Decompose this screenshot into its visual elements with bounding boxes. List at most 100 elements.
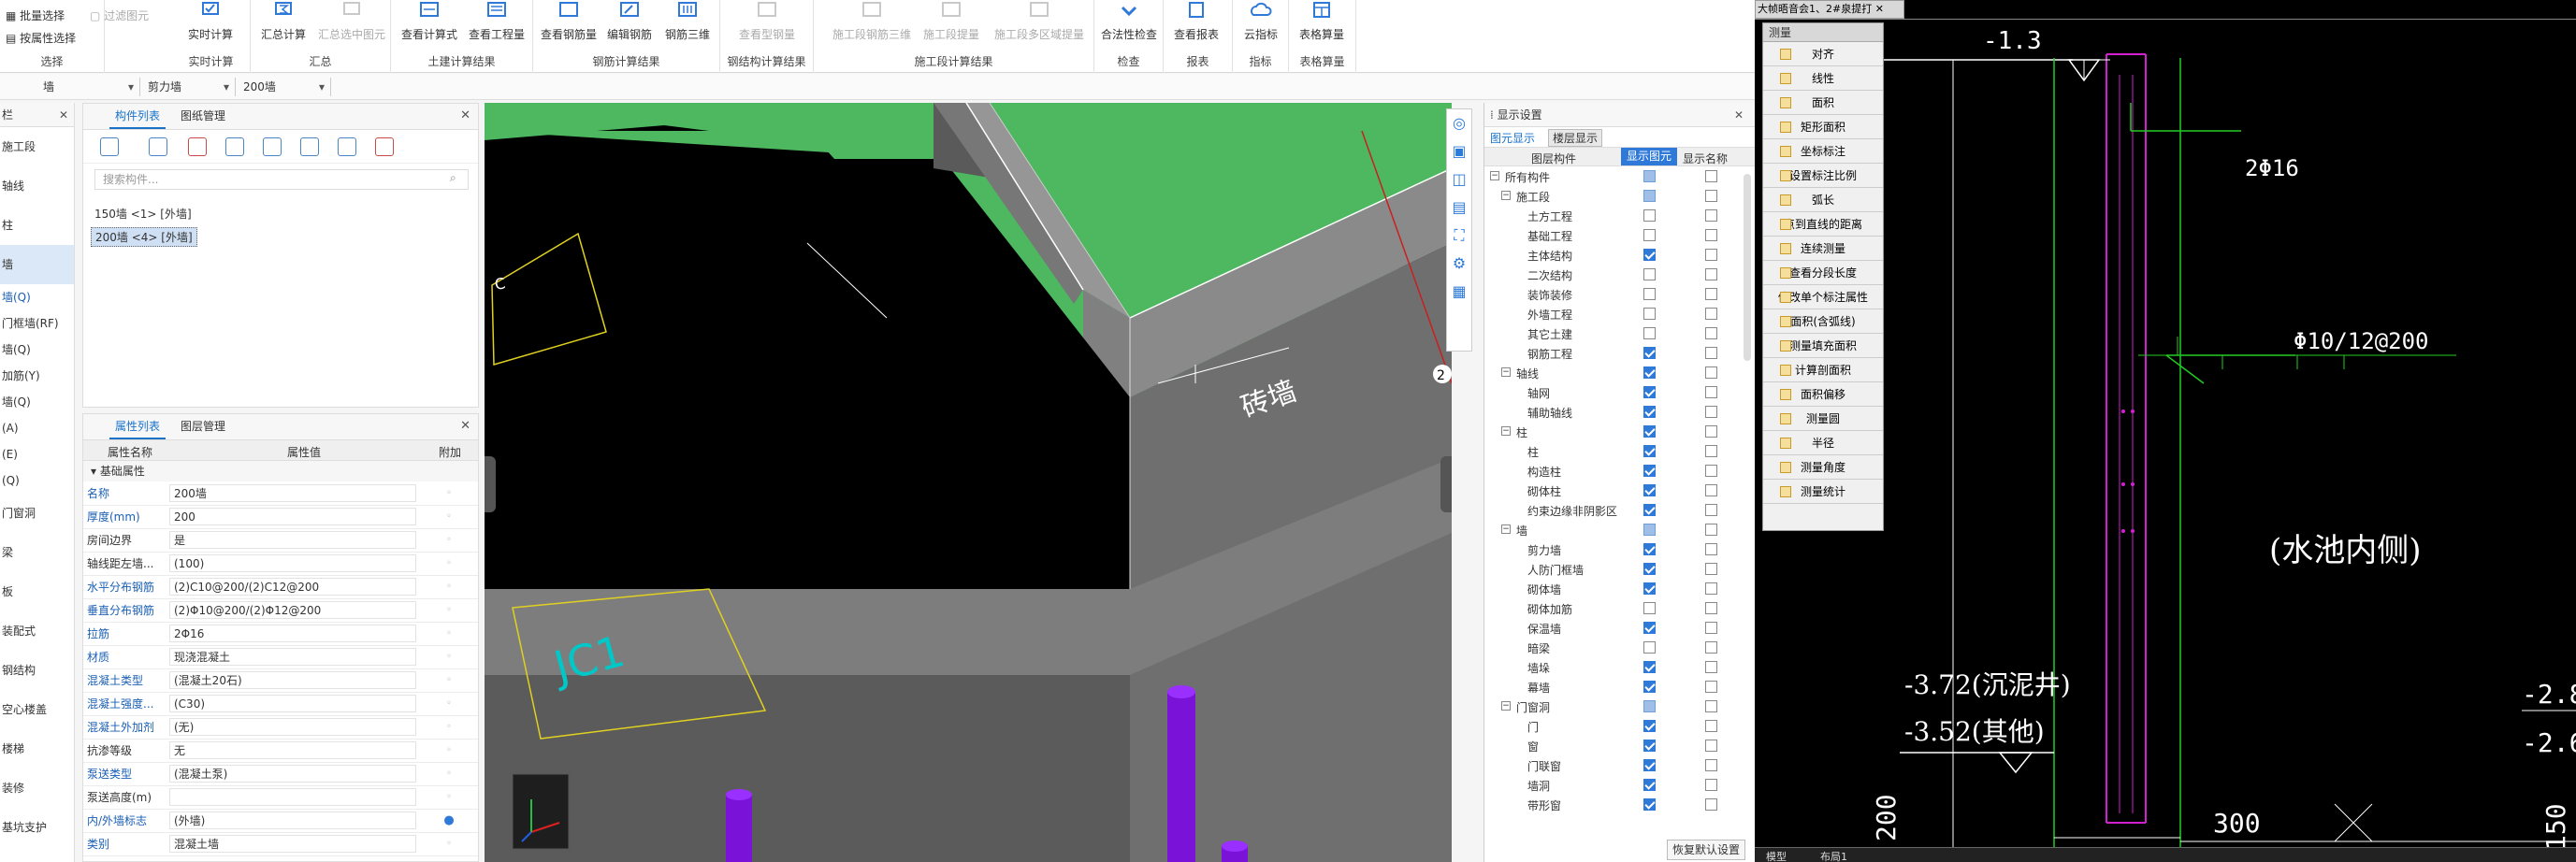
show-name-checkbox[interactable] (1705, 602, 1717, 614)
show-element-checkbox[interactable] (1643, 582, 1656, 595)
nav-item-prefab[interactable]: 装配式 (0, 611, 74, 651)
attach-dot-icon[interactable]: ◦ (420, 785, 478, 810)
show-name-checkbox[interactable] (1705, 386, 1717, 398)
layer-copy-icon[interactable] (225, 137, 244, 156)
tab-element-display[interactable]: 图元显示 (1490, 130, 1535, 146)
validity-check-button[interactable]: 合法性检查 (1096, 0, 1162, 54)
stage-quantity-button[interactable]: 施工段提量 (917, 0, 986, 54)
restore-default-button[interactable]: 恢复默认设置 (1667, 840, 1745, 860)
cad-viewer[interactable]: 大帧晤音会1、2#泉提打 ✕ -1.3 2Φ16 Φ10/12@200 (水池内… (1755, 0, 2576, 862)
show-element-checkbox[interactable] (1643, 563, 1656, 575)
property-row[interactable]: 类别 混凝土墙 ◦ (83, 832, 478, 856)
property-row[interactable]: 水平分布钢筋 (2)C10@200/(2)C12@200 ◦ (83, 575, 478, 599)
show-name-checkbox[interactable] (1705, 543, 1717, 555)
nav-item-axis[interactable]: 轴线 (0, 166, 74, 206)
property-value[interactable]: 200 (166, 505, 420, 529)
nav-sub-item[interactable]: 墙(Q) (0, 284, 74, 310)
tree-toggle-icon[interactable]: − (1501, 426, 1511, 436)
select-by-attr-button[interactable]: ▤ 按属性选择 (6, 30, 76, 46)
nav-sub-item[interactable]: 门框墙(RF) (0, 310, 74, 337)
show-element-checkbox[interactable] (1643, 798, 1656, 811)
property-value-text[interactable]: 200 (169, 508, 416, 525)
measure-tool-item[interactable]: 面积(含弧线) (1763, 309, 1883, 334)
nav-sub-item[interactable]: 墙(Q) (0, 337, 74, 363)
show-element-checkbox[interactable] (1643, 209, 1656, 222)
show-element-checkbox[interactable] (1643, 327, 1656, 339)
extract-icon[interactable] (263, 137, 282, 156)
display-tree-row[interactable]: 钢筋工程 (1484, 343, 1755, 363)
display-tree-row[interactable]: 门联窗 (1484, 755, 1755, 775)
show-name-checkbox[interactable] (1705, 504, 1717, 516)
show-name-checkbox[interactable] (1705, 759, 1717, 771)
show-element-checkbox[interactable] (1643, 740, 1656, 752)
search-icon[interactable]: ⌕ (450, 171, 456, 185)
close-icon[interactable]: ✕ (59, 103, 68, 127)
copy-icon[interactable] (149, 137, 167, 156)
measure-tool-item[interactable]: 线性 (1763, 66, 1883, 91)
show-name-checkbox[interactable] (1705, 288, 1717, 300)
show-name-checkbox[interactable] (1705, 268, 1717, 280)
tree-toggle-icon[interactable]: − (1490, 171, 1499, 180)
show-name-checkbox[interactable] (1705, 798, 1717, 811)
display-tree-row[interactable]: 装饰装修 (1484, 284, 1755, 304)
show-name-checkbox[interactable] (1705, 563, 1717, 575)
nav-item-stage[interactable]: 施工段 (0, 127, 74, 166)
tab-component-list[interactable]: 构件列表 (109, 104, 166, 129)
tree-toggle-icon[interactable]: − (1501, 524, 1511, 534)
attach-dot-icon[interactable]: ◦ (420, 552, 478, 576)
attach-dot-icon[interactable]: ◦ (420, 622, 478, 646)
property-value[interactable]: 是 (166, 528, 420, 553)
show-name-checkbox[interactable] (1705, 445, 1717, 457)
tab-property-list[interactable]: 属性列表 (109, 414, 166, 439)
property-row[interactable]: 厚度(mm) 200 ◦ (83, 505, 478, 529)
show-name-checkbox[interactable] (1705, 465, 1717, 477)
attach-dot-icon[interactable]: ◦ (420, 762, 478, 786)
filter-icon[interactable] (338, 137, 356, 156)
list-item[interactable]: 150墙 <1> [外墙] (91, 205, 195, 223)
display-tree-row[interactable]: 辅助轴线 (1484, 402, 1755, 422)
attach-dot-icon[interactable]: ◦ (420, 715, 478, 740)
property-row[interactable]: 垂直分布钢筋 (2)Φ10@200/(2)Φ12@200 ◦ (83, 598, 478, 623)
show-element-checkbox[interactable] (1643, 445, 1656, 457)
property-row[interactable]: 泵送高度(m) ◦ (83, 785, 478, 810)
show-element-checkbox[interactable] (1643, 190, 1656, 202)
show-name-checkbox[interactable] (1705, 700, 1717, 712)
show-name-checkbox[interactable] (1705, 661, 1717, 673)
nav-item-wall[interactable]: 墙 (0, 245, 74, 284)
show-name-checkbox[interactable] (1705, 190, 1717, 202)
property-row[interactable]: 轴线距左墙... (100) ◦ (83, 552, 478, 576)
summary-calc-button[interactable]: 汇总计算 (254, 0, 312, 54)
measure-tool-item[interactable]: 对齐 (1763, 42, 1883, 66)
close-icon[interactable]: ✕ (1734, 103, 1744, 127)
property-row[interactable]: 内/外墙标志 (外墙) ● (83, 809, 478, 833)
property-row[interactable]: 材质 现浇混凝土 ◦ (83, 645, 478, 669)
show-name-checkbox[interactable] (1705, 249, 1717, 261)
property-value[interactable]: (混凝土20石) (166, 668, 420, 693)
tab-layer-manage[interactable]: 图层管理 (175, 414, 231, 439)
show-element-checkbox[interactable] (1643, 268, 1656, 280)
property-value-text[interactable]: (无) (169, 718, 416, 736)
measure-tool-item[interactable]: 测量统计 (1763, 480, 1883, 504)
nav-item-steel[interactable]: 钢结构 (0, 651, 74, 690)
tree-toggle-icon[interactable]: − (1501, 191, 1511, 200)
measure-tool-item[interactable]: 修改单个标注属性 (1763, 285, 1883, 309)
measure-tool-item[interactable]: 测量圆 (1763, 407, 1883, 431)
show-element-checkbox[interactable] (1643, 681, 1656, 693)
display-tree-row[interactable]: 剪力墙 (1484, 539, 1755, 559)
measure-tool-item[interactable]: 半径 (1763, 431, 1883, 455)
property-value[interactable]: 无 (166, 739, 420, 763)
measure-tool-item[interactable]: 测量角度 (1763, 455, 1883, 480)
property-row[interactable]: 混凝土强度... (C30) ◦ (83, 692, 478, 716)
display-tree-row[interactable]: 墙垛 (1484, 657, 1755, 677)
realtime-calc-button[interactable]: 实时计算 (181, 0, 239, 54)
show-name-checkbox[interactable] (1705, 327, 1717, 339)
property-value[interactable]: 现浇混凝土 (166, 645, 420, 669)
measure-tool-item[interactable]: 查看分段长度 (1763, 261, 1883, 285)
show-name-checkbox[interactable] (1705, 308, 1717, 320)
display-tree-row[interactable]: − 门窗洞 (1484, 697, 1755, 716)
view-top-icon[interactable]: ▣ (1447, 137, 1471, 165)
cloud-index-button[interactable]: 云指标 (1232, 0, 1290, 54)
show-element-checkbox[interactable] (1643, 288, 1656, 300)
tree-toggle-icon[interactable]: − (1501, 367, 1511, 377)
rebar-3d-button[interactable]: 钢筋三维 (658, 0, 716, 54)
